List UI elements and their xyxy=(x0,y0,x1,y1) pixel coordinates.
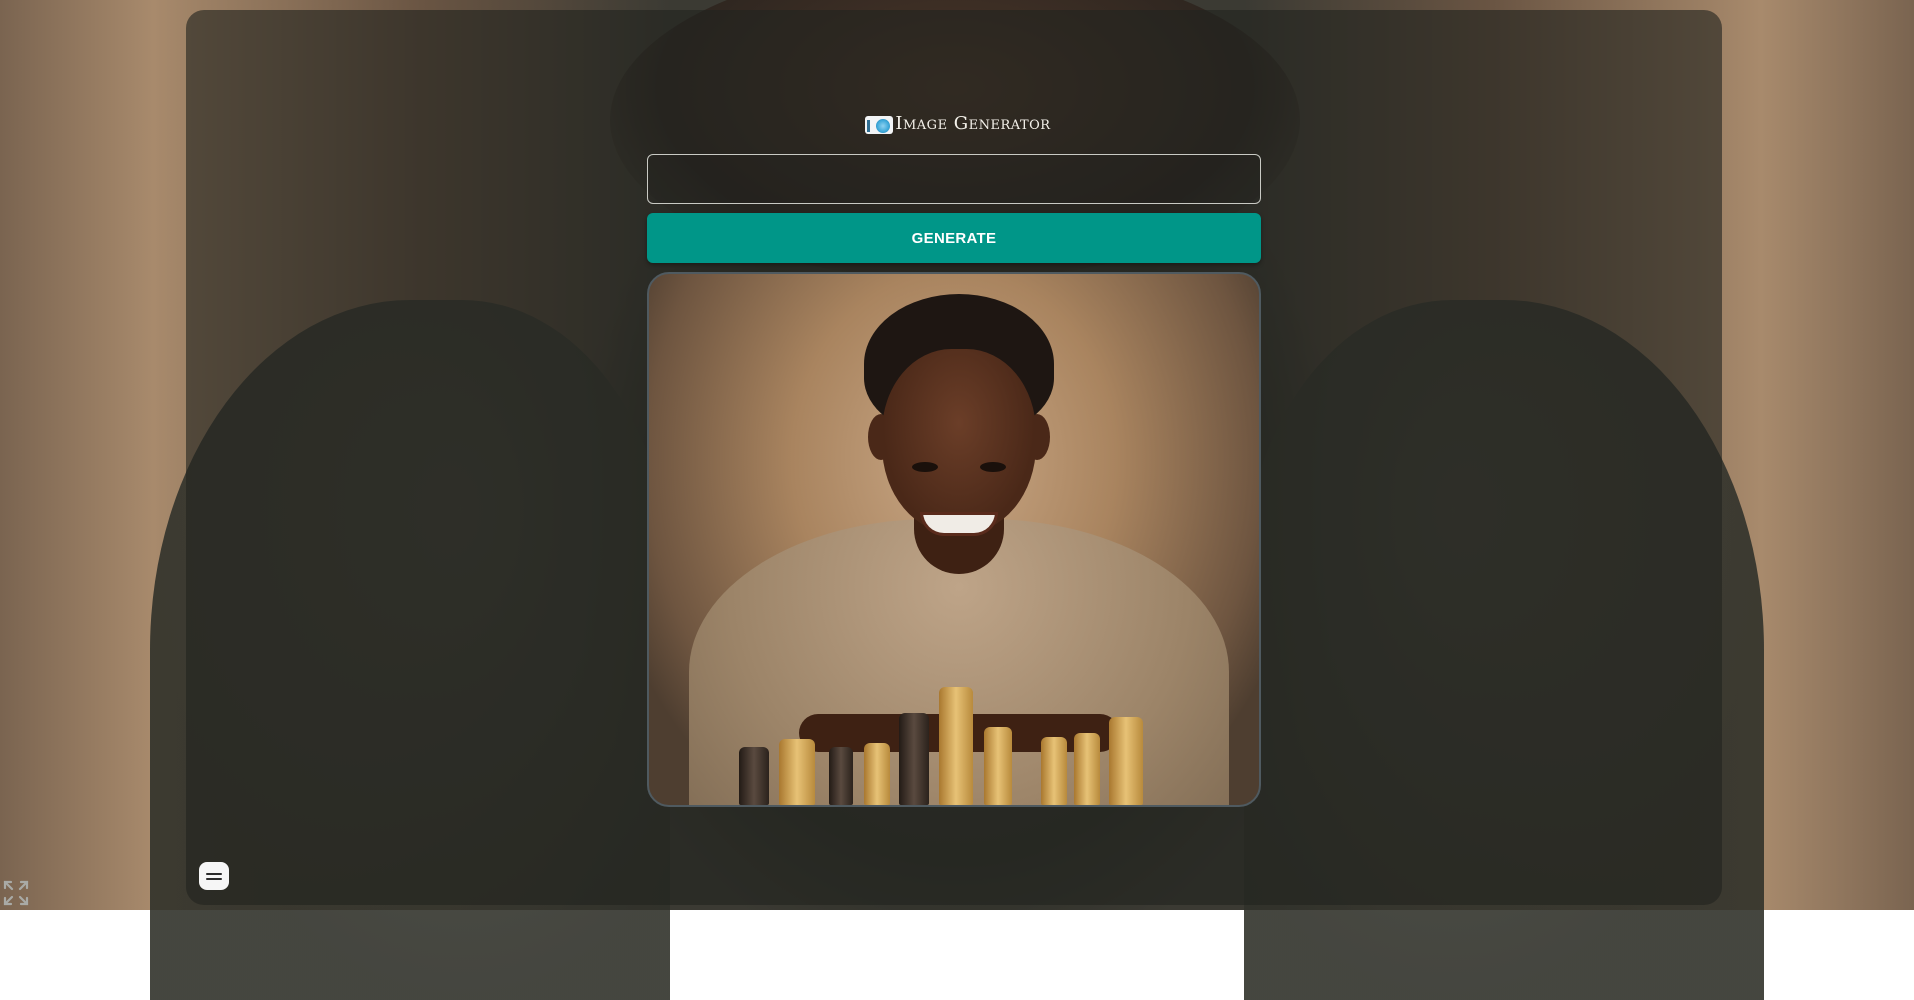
generate-button[interactable]: GENERATE xyxy=(647,213,1261,263)
prompt-input[interactable] xyxy=(647,154,1261,204)
chat-bubble-icon[interactable] xyxy=(199,862,229,890)
image-chess-pieces xyxy=(729,685,1189,805)
camera-icon xyxy=(863,112,894,134)
app-header: Image Generator xyxy=(0,112,1914,134)
expand-icon[interactable] xyxy=(3,880,29,906)
image-head xyxy=(864,294,1054,554)
app-title: Image Generator xyxy=(895,112,1051,134)
generated-image xyxy=(647,272,1261,807)
